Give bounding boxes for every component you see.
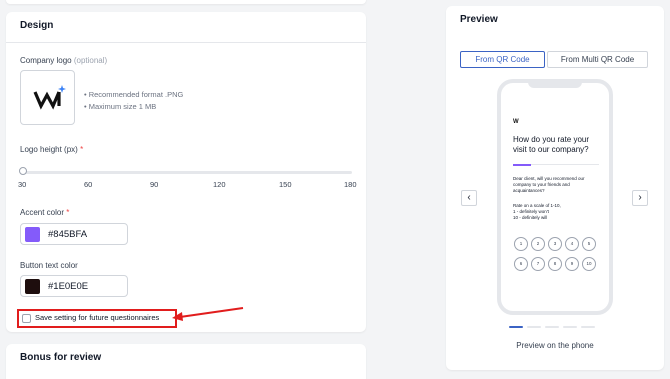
company-logo-label: Company logo (optional) (20, 56, 107, 65)
previous-card (6, 0, 366, 4)
preview-caption: Preview on the phone (516, 341, 594, 350)
bonus-card: Bonus for review (6, 344, 366, 379)
annotation-arrow-icon (172, 307, 244, 321)
slider-tick: 150 (279, 180, 292, 189)
phone-question: How do you rate your visit to our compan… (513, 135, 590, 154)
design-card: Design Company logo (optional) • Recomme… (6, 12, 366, 332)
button-text-color-swatch[interactable] (25, 279, 40, 294)
chevron-left-icon: ‹ (467, 192, 471, 203)
slide-dot[interactable] (563, 326, 577, 328)
save-settings-label: Save setting for future questionnaires (35, 313, 160, 322)
slider-tick: 60 (84, 180, 93, 189)
rating-option[interactable]: 3 (548, 237, 562, 251)
hint-size: • Maximum size 1 MB (84, 102, 157, 111)
phone-progress (513, 163, 599, 166)
tab-multi-qr-code[interactable]: From Multi QR Code (547, 51, 648, 68)
slide-dot[interactable] (581, 326, 595, 328)
button-text-color-input[interactable]: #1E0E0E (20, 275, 128, 297)
preview-card: Preview From QR Code From Multi QR Code … (446, 6, 664, 370)
accent-color-swatch[interactable] (25, 227, 40, 242)
rating-option[interactable]: 1 (514, 237, 528, 251)
rating-option[interactable]: 6 (514, 257, 528, 271)
accent-color-label-text: Accent color (20, 208, 65, 217)
logo-height-label: Logo height (px) * (20, 145, 83, 154)
optional-tag: (optional) (73, 56, 108, 65)
phone-notch (528, 81, 582, 88)
slider-tick: 180 (344, 180, 357, 189)
phone-body: Dear client, will you recommend our comp… (513, 176, 585, 193)
accent-color-input[interactable]: #845BFA (20, 223, 128, 245)
phone-scale-3: 10 - definitely will (513, 215, 548, 220)
company-logo-icon (33, 85, 66, 110)
chevron-right-icon: › (638, 192, 642, 203)
logo-height-slider[interactable] (22, 171, 352, 174)
slider-tick: 120 (213, 180, 226, 189)
save-settings-checkbox[interactable] (22, 314, 31, 323)
rating-option[interactable]: 5 (582, 237, 596, 251)
logo-height-label-text: Logo height (px) (20, 145, 78, 154)
rating-option[interactable]: 7 (531, 257, 545, 271)
rating-option[interactable]: 2 (531, 237, 545, 251)
phone-logo: W (513, 119, 519, 125)
required-mark: * (66, 208, 70, 217)
button-text-color-value: #1E0E0E (48, 281, 89, 292)
rating-option[interactable]: 4 (565, 237, 579, 251)
accent-color-label: Accent color * (20, 208, 69, 217)
save-settings-highlight: Save setting for future questionnaires (17, 309, 177, 328)
phone-progress-fill (513, 163, 531, 166)
next-slide-button[interactable]: › (632, 190, 648, 206)
rating-option[interactable]: 10 (582, 257, 596, 271)
slider-thumb[interactable] (19, 167, 27, 175)
hint-format: • Recommended format .PNG (84, 90, 184, 99)
button-text-color-label: Button text color (20, 261, 78, 270)
rating-option[interactable]: 8 (548, 257, 562, 271)
slide-dot[interactable] (527, 326, 541, 328)
slide-dot[interactable] (545, 326, 559, 328)
rating-option[interactable]: 9 (565, 257, 579, 271)
preview-title: Preview (460, 14, 498, 25)
tab-qr-code[interactable]: From QR Code (460, 51, 545, 68)
bonus-title: Bonus for review (20, 352, 102, 363)
slider-tick: 30 (18, 180, 27, 189)
design-title: Design (6, 12, 366, 43)
prev-slide-button[interactable]: ‹ (461, 190, 477, 206)
phone-preview: W How do you rate your visit to our comp… (497, 79, 613, 315)
slide-dot[interactable] (509, 326, 523, 328)
company-logo-label-text: Company logo (20, 56, 72, 65)
accent-color-value: #845BFA (48, 229, 88, 240)
required-mark: * (80, 145, 84, 154)
logo-upload[interactable] (20, 70, 75, 125)
slider-tick: 90 (150, 180, 159, 189)
